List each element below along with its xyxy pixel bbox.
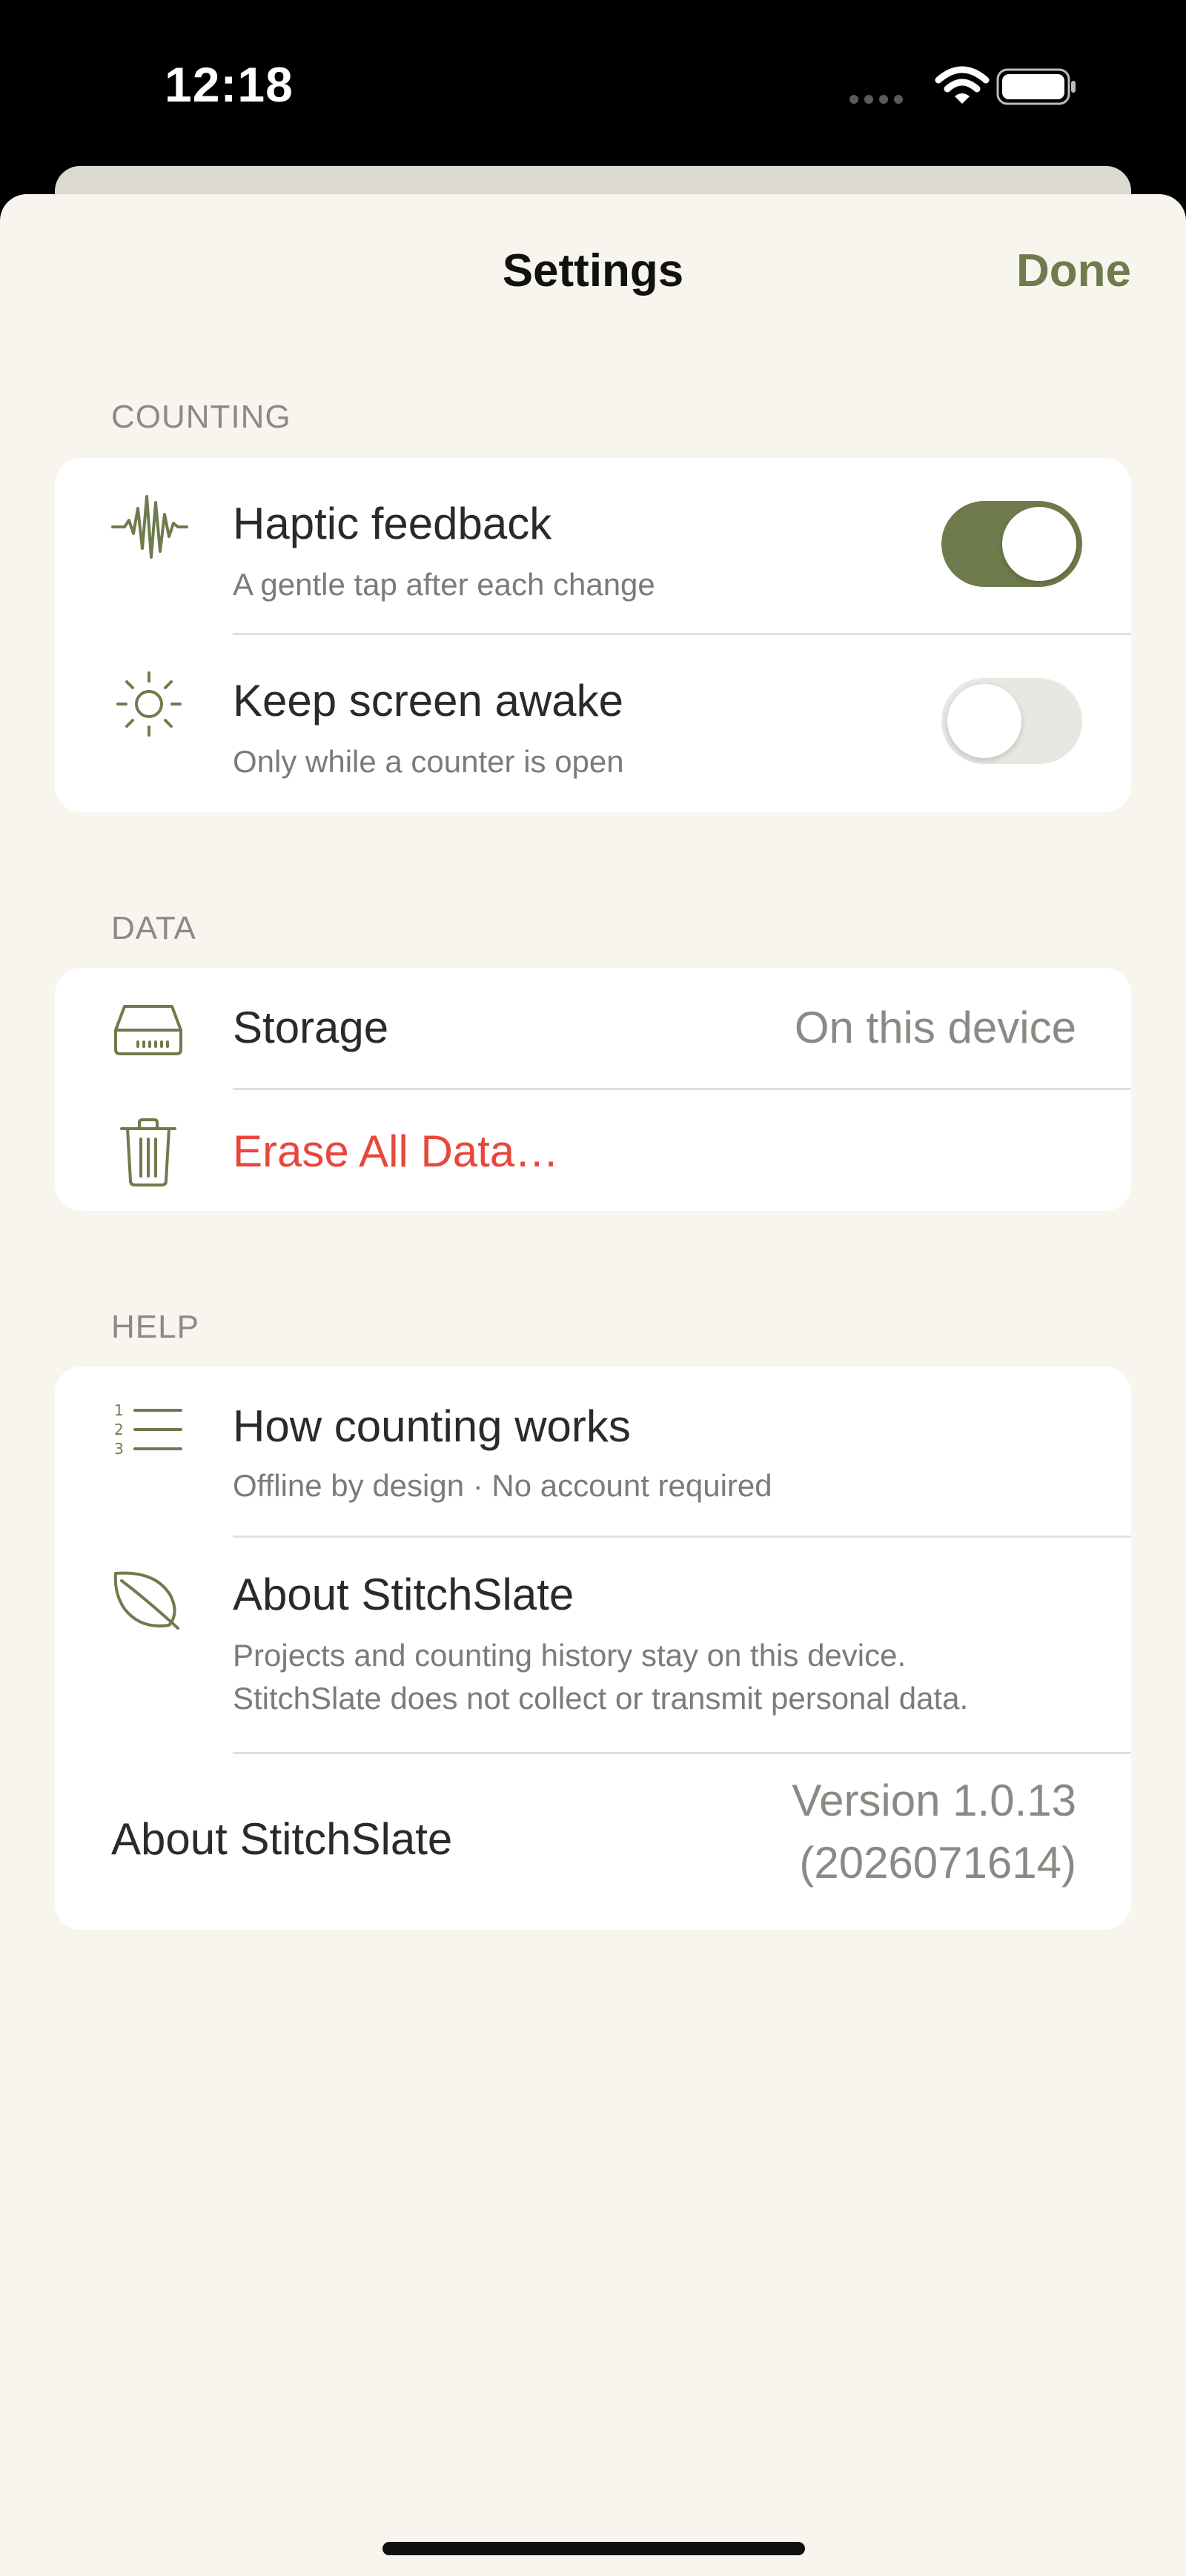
storage-title: Storage xyxy=(233,1003,389,1052)
how-counting-works-subtitle: Offline by design · No account required xyxy=(233,1468,772,1503)
storage-value: On this device xyxy=(794,1003,1076,1052)
sun-icon xyxy=(116,671,182,737)
version-value-line2: (2026071614) xyxy=(799,1838,1076,1888)
section-header-counting: COUNTING xyxy=(111,399,291,435)
section-header-data: DATA xyxy=(111,910,196,946)
how-counting-works-title: How counting works xyxy=(233,1401,631,1451)
toggle-knob xyxy=(1002,507,1076,581)
about-privacy-row[interactable]: About StitchSlate Projects and counting … xyxy=(55,1538,1131,1752)
how-counting-works-row[interactable]: 1 2 3 How counting works Offline by desi… xyxy=(55,1367,1131,1536)
drive-icon xyxy=(114,1005,182,1055)
erase-all-data-label: Erase All Data… xyxy=(233,1126,560,1176)
version-title: About StitchSlate xyxy=(111,1814,453,1864)
data-card: Storage On this device Erase All Data… xyxy=(55,968,1131,1211)
svg-text:3: 3 xyxy=(114,1440,124,1457)
trash-icon xyxy=(120,1118,176,1186)
toggle-knob xyxy=(947,684,1021,758)
storage-row[interactable]: Storage On this device xyxy=(55,968,1131,1088)
home-indicator[interactable] xyxy=(382,2542,805,2555)
leaf-icon xyxy=(113,1571,179,1630)
page-title: Settings xyxy=(502,245,684,296)
keep-awake-toggle[interactable] xyxy=(941,678,1082,764)
svg-text:1: 1 xyxy=(114,1401,124,1419)
battery-icon xyxy=(996,68,1076,105)
about-privacy-line2: StitchSlate does not collect or transmit… xyxy=(233,1681,969,1716)
about-privacy-line1: Projects and counting history stay on th… xyxy=(233,1638,907,1673)
section-header-help: HELP xyxy=(111,1309,199,1345)
numbered-list-icon: 1 2 3 xyxy=(114,1401,182,1457)
haptic-feedback-row[interactable]: Haptic feedback A gentle tap after each … xyxy=(55,458,1131,634)
help-card: 1 2 3 How counting works Offline by desi… xyxy=(55,1367,1131,1930)
keep-awake-row[interactable]: Keep screen awake Only while a counter i… xyxy=(55,635,1131,812)
wifi-icon xyxy=(935,66,990,104)
haptic-feedback-title: Haptic feedback xyxy=(233,499,552,548)
status-bar: 12:18 xyxy=(0,0,1186,170)
done-button[interactable]: Done xyxy=(953,245,1131,297)
version-row: About StitchSlate Version 1.0.13 (202607… xyxy=(55,1754,1131,1930)
haptic-feedback-toggle[interactable] xyxy=(941,501,1082,587)
waveform-icon xyxy=(111,495,188,559)
keep-awake-title: Keep screen awake xyxy=(233,676,623,726)
settings-sheet: Settings Done COUNTING Haptic feedback A… xyxy=(0,194,1186,2576)
erase-all-data-row[interactable]: Erase All Data… xyxy=(55,1090,1131,1211)
version-value-line1: Version 1.0.13 xyxy=(792,1776,1076,1825)
signal-dots-icon xyxy=(849,66,1076,105)
status-icons xyxy=(839,65,1076,107)
about-privacy-title: About StitchSlate xyxy=(233,1570,574,1619)
counting-card: Haptic feedback A gentle tap after each … xyxy=(55,458,1131,812)
keep-awake-subtitle: Only while a counter is open xyxy=(233,744,624,779)
svg-text:2: 2 xyxy=(114,1421,124,1438)
status-time: 12:18 xyxy=(165,57,294,112)
haptic-feedback-subtitle: A gentle tap after each change xyxy=(233,567,655,602)
